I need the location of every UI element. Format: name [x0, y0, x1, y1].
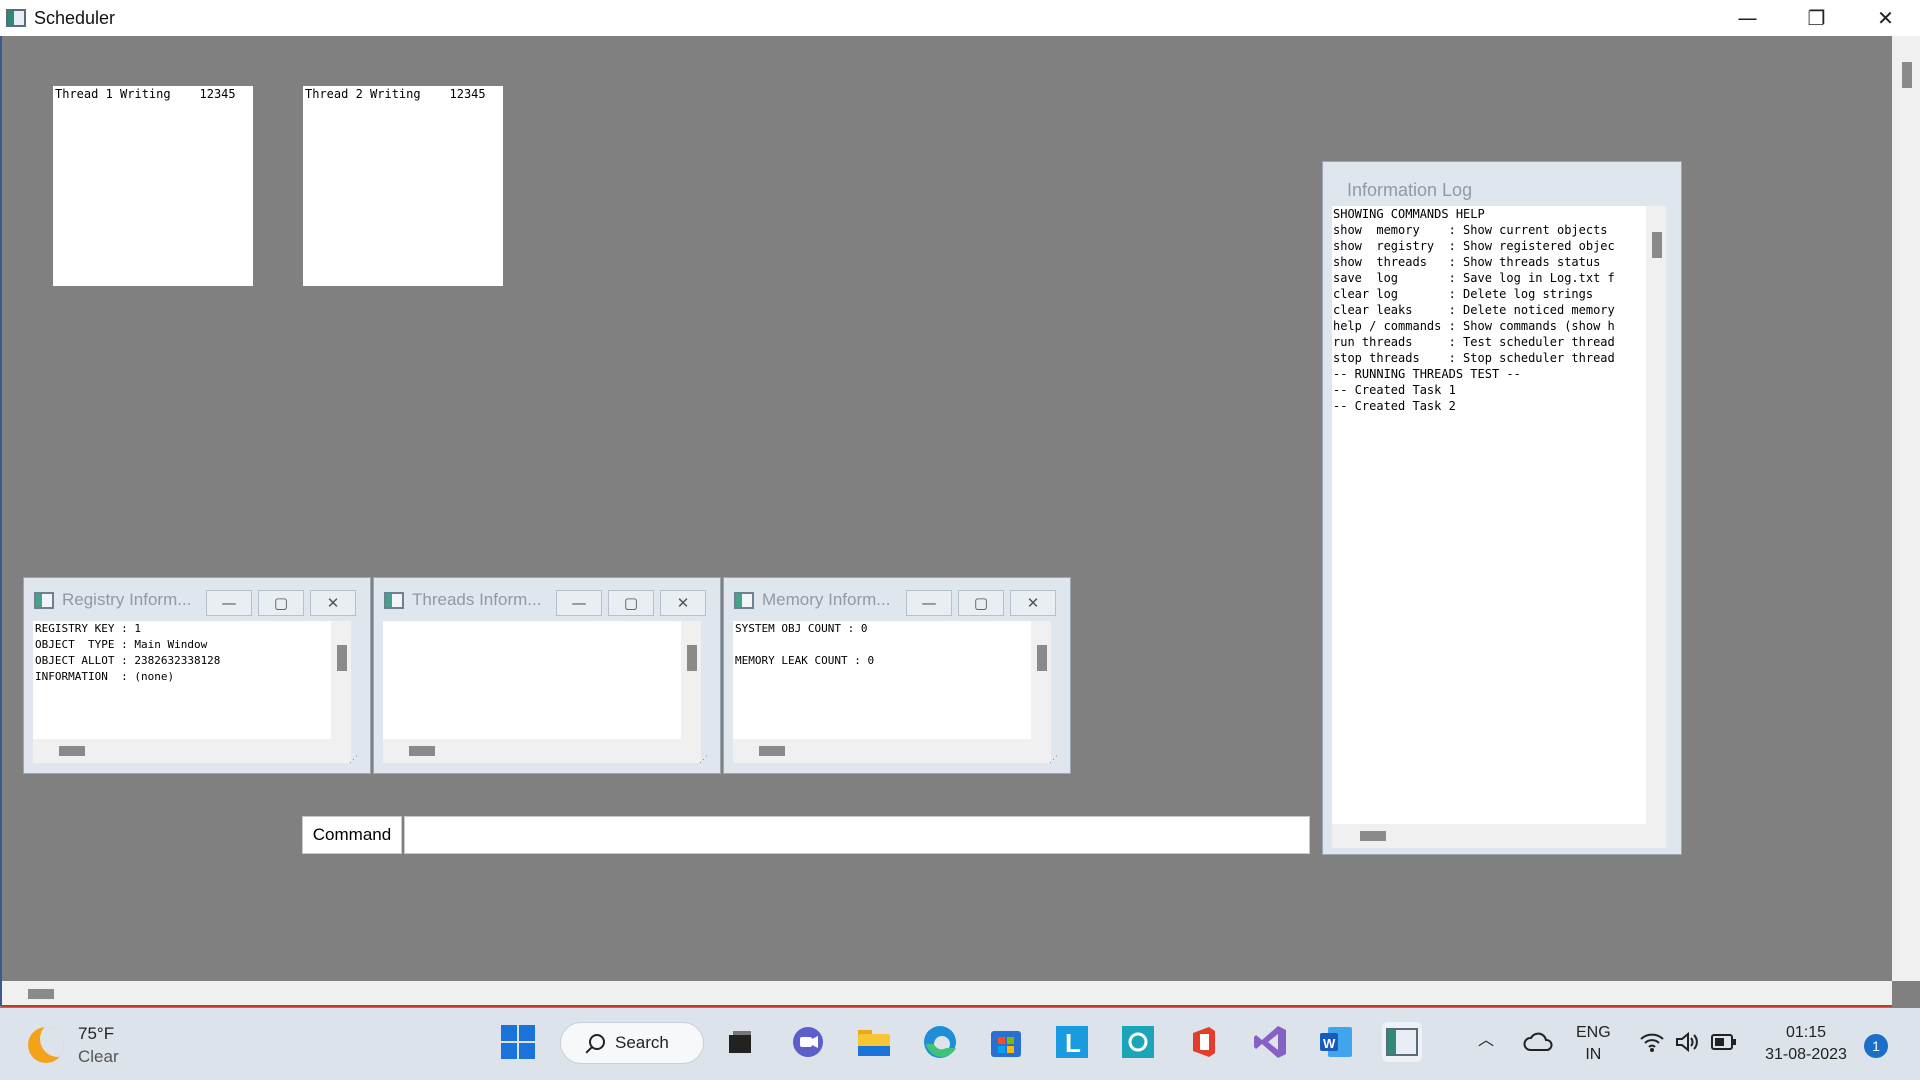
vertical-scrollbar[interactable]	[331, 621, 351, 739]
horizontal-scrollbar[interactable]	[733, 739, 1051, 763]
moon-icon	[28, 1027, 64, 1063]
close-button[interactable]: ✕	[660, 590, 706, 616]
teams-chat-icon[interactable]	[788, 1022, 828, 1062]
search-label: Search	[615, 1033, 669, 1052]
horizontal-scrollbar[interactable]	[383, 739, 701, 763]
taskbar: 75°F Clear Search L W ︿ ENG IN 01:15 31-…	[0, 1008, 1920, 1080]
weather-widget[interactable]: 75°F Clear	[28, 1022, 119, 1068]
minimize-button[interactable]: —	[206, 590, 252, 616]
language-indicator[interactable]: ENG IN	[1576, 1022, 1611, 1066]
main-titlebar: Scheduler — ❐ ✕	[0, 0, 1920, 36]
resize-grip-icon[interactable]: ⋰	[349, 754, 358, 765]
horizontal-scrollbar[interactable]	[33, 739, 351, 763]
main-horizontal-scrollbar[interactable]	[2, 981, 1892, 1007]
svg-text:L: L	[1065, 1028, 1081, 1058]
window-icon	[384, 591, 404, 609]
clock-time: 01:15	[1785, 1024, 1827, 1041]
task-view-icon[interactable]	[720, 1022, 760, 1062]
word-icon[interactable]: W	[1316, 1022, 1356, 1062]
file-explorer-icon[interactable]	[854, 1022, 894, 1062]
close-button[interactable]: ✕	[310, 590, 356, 616]
threads-info-text	[383, 621, 681, 739]
resize-grip-icon[interactable]: ⋰	[1049, 754, 1058, 765]
memory-info-title: Memory Inform...	[762, 590, 891, 609]
close-button[interactable]: ✕	[1851, 0, 1920, 36]
scroll-thumb[interactable]	[28, 989, 54, 999]
thread-1-output: Thread 1 Writing 12345	[53, 86, 253, 286]
region-code: IN	[1585, 1046, 1602, 1063]
taskbar-search-button[interactable]: Search	[560, 1022, 704, 1064]
scroll-thumb[interactable]	[1360, 831, 1386, 841]
wifi-icon[interactable]	[1632, 1022, 1672, 1062]
maximize-button[interactable]: ▢	[608, 590, 654, 616]
vertical-scrollbar[interactable]	[681, 621, 701, 739]
cortana-app-icon[interactable]	[1118, 1022, 1158, 1062]
command-input[interactable]	[404, 816, 1310, 854]
scroll-thumb[interactable]	[687, 645, 697, 671]
information-log-window[interactable]: Information Log SHOWING COMMANDS HELP sh…	[1322, 161, 1682, 855]
threads-info-window[interactable]: Threads Inform... — ▢ ✕ ⋰	[373, 577, 721, 774]
notification-count-badge[interactable]: 1	[1864, 1034, 1888, 1058]
resize-grip-icon[interactable]: ⋰	[699, 754, 708, 765]
weather-temperature: 75°F	[78, 1024, 115, 1043]
search-icon	[589, 1034, 605, 1050]
office-icon[interactable]	[1184, 1022, 1224, 1062]
minimize-button[interactable]: —	[556, 590, 602, 616]
scroll-thumb[interactable]	[1902, 62, 1912, 88]
close-button[interactable]: ✕	[1010, 590, 1056, 616]
scroll-thumb[interactable]	[59, 746, 85, 756]
onedrive-cloud-icon[interactable]	[1518, 1022, 1558, 1062]
registry-info-text: REGISTRY KEY : 1 OBJECT TYPE : Main Wind…	[33, 621, 331, 739]
information-log-text: SHOWING COMMANDS HELP show memory : Show…	[1332, 206, 1646, 824]
minimize-button[interactable]: —	[1713, 0, 1782, 36]
battery-icon[interactable]	[1704, 1022, 1744, 1062]
information-log-title: Information Log	[1347, 180, 1473, 200]
horizontal-scrollbar[interactable]	[1332, 824, 1666, 848]
scroll-thumb[interactable]	[1037, 645, 1047, 671]
microsoft-store-icon[interactable]	[986, 1022, 1026, 1062]
show-hidden-icons-chevron-icon[interactable]: ︿	[1478, 1030, 1494, 1052]
registry-info-window[interactable]: Registry Inform... — ▢ ✕ REGISTRY KEY : …	[23, 577, 371, 774]
minimize-button[interactable]: —	[906, 590, 952, 616]
main-vertical-scrollbar[interactable]	[1892, 36, 1920, 981]
registry-info-title: Registry Inform...	[62, 590, 192, 609]
scroll-thumb[interactable]	[409, 746, 435, 756]
maximize-button[interactable]: ▢	[958, 590, 1004, 616]
clock-date: 31-08-2023	[1765, 1046, 1847, 1063]
vertical-scrollbar[interactable]	[1031, 621, 1051, 739]
threads-info-title: Threads Inform...	[412, 590, 542, 609]
scroll-thumb[interactable]	[337, 645, 347, 671]
scroll-thumb[interactable]	[759, 746, 785, 756]
clock[interactable]: 01:15 31-08-2023	[1756, 1022, 1856, 1066]
memory-info-text: SYSTEM OBJ COUNT : 0 MEMORY LEAK COUNT :…	[733, 621, 1031, 739]
maximize-button[interactable]: ▢	[258, 590, 304, 616]
memory-info-window[interactable]: Memory Inform... — ▢ ✕ SYSTEM OBJ COUNT …	[723, 577, 1071, 774]
command-label: Command	[302, 816, 402, 854]
scroll-thumb[interactable]	[1652, 232, 1662, 258]
window-icon	[34, 591, 54, 609]
edge-browser-icon[interactable]	[920, 1022, 960, 1062]
window-icon	[734, 591, 754, 609]
thread-2-output: Thread 2 Writing 12345	[303, 86, 503, 286]
l-app-icon[interactable]: L	[1052, 1022, 1092, 1062]
vertical-scrollbar[interactable]	[1646, 206, 1666, 824]
restore-button[interactable]: ❐	[1782, 0, 1851, 36]
weather-condition: Clear	[78, 1047, 119, 1066]
visual-studio-icon[interactable]	[1250, 1022, 1290, 1062]
svg-text:W: W	[1323, 1036, 1336, 1051]
language-code: ENG	[1576, 1024, 1611, 1041]
scheduler-app-taskbar-icon[interactable]	[1382, 1022, 1422, 1062]
app-icon	[6, 9, 26, 27]
windows-start-icon[interactable]	[498, 1022, 538, 1062]
volume-icon[interactable]	[1668, 1022, 1708, 1062]
window-title: Scheduler	[34, 7, 116, 28]
